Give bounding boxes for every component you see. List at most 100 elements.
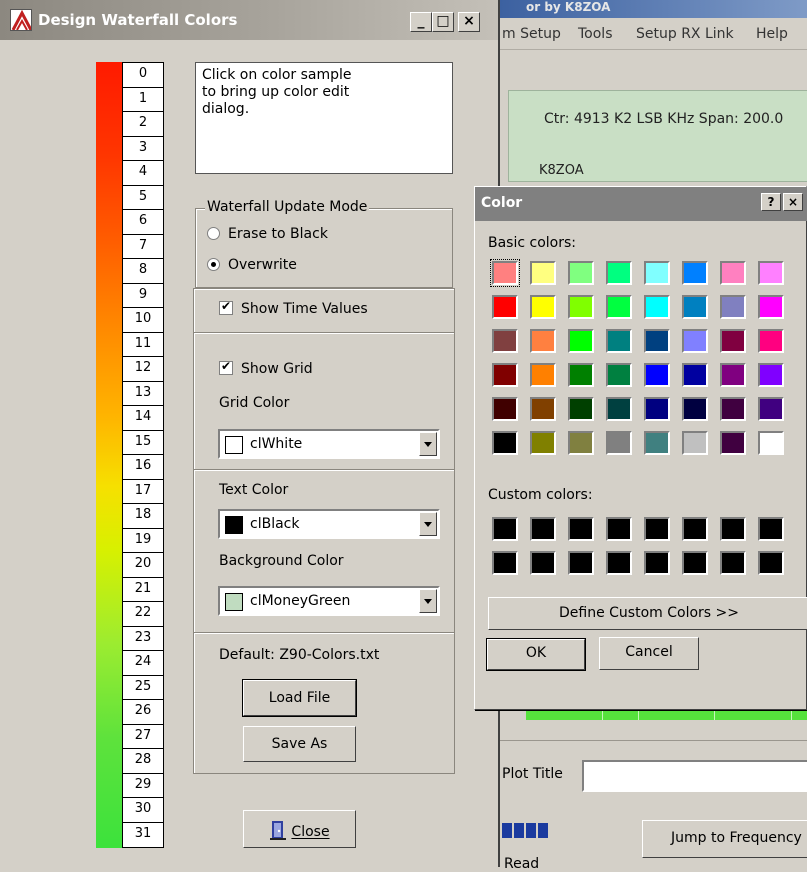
basic-color-swatch-2-2[interactable] bbox=[568, 329, 594, 353]
chevron-down-icon[interactable] bbox=[419, 432, 437, 456]
close-button[interactable]: Close bbox=[243, 810, 356, 848]
scale-label-8[interactable]: 8 bbox=[122, 258, 164, 284]
scale-label-25[interactable]: 25 bbox=[122, 674, 164, 701]
basic-color-swatch-0-3[interactable] bbox=[606, 261, 632, 285]
custom-color-swatch-0-2[interactable] bbox=[568, 517, 594, 541]
basic-color-swatch-2-4[interactable] bbox=[644, 329, 670, 353]
chevron-down-icon[interactable] bbox=[419, 589, 437, 613]
scale-label-20[interactable]: 20 bbox=[122, 552, 164, 578]
close-window-button[interactable]: × bbox=[458, 12, 480, 32]
custom-color-swatch-0-7[interactable] bbox=[758, 517, 784, 541]
text-color-select[interactable]: clBlack bbox=[218, 509, 440, 539]
radio-button-icon[interactable] bbox=[207, 227, 220, 240]
basic-color-swatch-3-1[interactable] bbox=[530, 363, 556, 387]
basic-color-swatch-5-3[interactable] bbox=[606, 431, 632, 455]
basic-color-swatch-3-7[interactable] bbox=[758, 363, 784, 387]
scale-label-2[interactable]: 2 bbox=[122, 111, 164, 137]
scale-label-23[interactable]: 23 bbox=[122, 625, 164, 652]
scale-label-6[interactable]: 6 bbox=[122, 209, 164, 235]
custom-color-swatch-0-4[interactable] bbox=[644, 517, 670, 541]
menu-tools[interactable]: Tools bbox=[578, 26, 613, 42]
scale-label-27[interactable]: 27 bbox=[122, 723, 164, 750]
basic-color-swatch-2-0[interactable] bbox=[492, 329, 518, 353]
basic-color-swatch-0-0[interactable] bbox=[490, 259, 520, 287]
custom-color-swatch-0-3[interactable] bbox=[606, 517, 632, 541]
basic-color-swatch-0-1[interactable] bbox=[530, 261, 556, 285]
basic-color-swatch-1-2[interactable] bbox=[568, 295, 594, 319]
radio-overwrite[interactable]: Overwrite bbox=[207, 257, 297, 273]
basic-color-swatch-1-6[interactable] bbox=[720, 295, 746, 319]
radio-erase-to-black[interactable]: Erase to Black bbox=[207, 226, 328, 242]
basic-color-swatch-4-0[interactable] bbox=[492, 397, 518, 421]
basic-color-swatch-4-5[interactable] bbox=[682, 397, 708, 421]
scale-label-30[interactable]: 30 bbox=[122, 797, 164, 823]
basic-color-swatch-3-6[interactable] bbox=[720, 363, 746, 387]
scale-label-7[interactable]: 7 bbox=[122, 233, 164, 260]
scale-label-0[interactable]: 0 bbox=[122, 62, 164, 88]
scale-label-4[interactable]: 4 bbox=[122, 160, 164, 186]
radio-button-icon[interactable] bbox=[207, 258, 220, 271]
show-grid-checkbox[interactable]: Show Grid bbox=[219, 359, 313, 377]
color-dialog-titlebar[interactable]: Color ? × bbox=[475, 187, 807, 221]
basic-color-swatch-1-0[interactable] bbox=[492, 295, 518, 319]
basic-color-swatch-5-0[interactable] bbox=[492, 431, 518, 455]
basic-color-swatch-4-7[interactable] bbox=[758, 397, 784, 421]
basic-color-swatch-0-7[interactable] bbox=[758, 261, 784, 285]
scale-label-13[interactable]: 13 bbox=[122, 380, 164, 407]
basic-color-swatch-3-0[interactable] bbox=[492, 363, 518, 387]
plot-title-input[interactable] bbox=[582, 760, 807, 792]
basic-color-swatch-1-5[interactable] bbox=[682, 295, 708, 319]
basic-color-swatch-2-5[interactable] bbox=[682, 329, 708, 353]
basic-color-swatch-2-1[interactable] bbox=[530, 329, 556, 353]
scale-label-15[interactable]: 15 bbox=[122, 429, 164, 456]
custom-color-swatch-0-1[interactable] bbox=[530, 517, 556, 541]
basic-color-swatch-5-4[interactable] bbox=[644, 431, 670, 455]
basic-color-swatch-1-3[interactable] bbox=[606, 295, 632, 319]
scale-label-18[interactable]: 18 bbox=[122, 503, 164, 529]
basic-color-swatch-0-5[interactable] bbox=[682, 261, 708, 285]
custom-color-swatch-1-6[interactable] bbox=[720, 551, 746, 575]
basic-color-swatch-0-2[interactable] bbox=[568, 261, 594, 285]
basic-color-swatch-3-3[interactable] bbox=[606, 363, 632, 387]
custom-color-swatch-1-0[interactable] bbox=[492, 551, 518, 575]
close-icon[interactable]: × bbox=[783, 193, 803, 211]
show-time-values-checkbox[interactable]: Show Time Values bbox=[219, 299, 368, 317]
custom-color-swatch-1-2[interactable] bbox=[568, 551, 594, 575]
basic-color-swatch-5-1[interactable] bbox=[530, 431, 556, 455]
basic-color-swatch-2-7[interactable] bbox=[758, 329, 784, 353]
chevron-down-icon[interactable] bbox=[419, 512, 437, 536]
scale-label-10[interactable]: 10 bbox=[122, 307, 164, 333]
color-scale-strip[interactable] bbox=[96, 62, 122, 848]
background-color-select[interactable]: clMoneyGreen bbox=[218, 586, 440, 616]
help-icon[interactable]: ? bbox=[761, 193, 781, 211]
scale-label-11[interactable]: 11 bbox=[122, 331, 164, 358]
basic-color-swatch-1-1[interactable] bbox=[530, 295, 556, 319]
custom-color-swatch-1-7[interactable] bbox=[758, 551, 784, 575]
scale-label-24[interactable]: 24 bbox=[122, 650, 164, 676]
scale-label-22[interactable]: 22 bbox=[122, 601, 164, 627]
scale-label-16[interactable]: 16 bbox=[122, 454, 164, 480]
scale-label-19[interactable]: 19 bbox=[122, 527, 164, 554]
custom-color-swatch-1-5[interactable] bbox=[682, 551, 708, 575]
basic-color-swatch-4-3[interactable] bbox=[606, 397, 632, 421]
scale-label-14[interactable]: 14 bbox=[122, 405, 164, 431]
scale-label-9[interactable]: 9 bbox=[122, 282, 164, 309]
titlebar[interactable]: Design Waterfall Colors _ □ × bbox=[0, 0, 498, 40]
scale-label-3[interactable]: 3 bbox=[122, 135, 164, 162]
grid-color-select[interactable]: clWhite bbox=[218, 429, 440, 459]
jump-to-frequency-button[interactable]: Jump to Frequency bbox=[642, 820, 807, 858]
basic-color-swatch-1-7[interactable] bbox=[758, 295, 784, 319]
basic-color-swatch-5-6[interactable] bbox=[720, 431, 746, 455]
custom-color-swatch-0-6[interactable] bbox=[720, 517, 746, 541]
scale-label-28[interactable]: 28 bbox=[122, 748, 164, 774]
checkbox-icon[interactable] bbox=[219, 299, 233, 315]
scale-label-17[interactable]: 17 bbox=[122, 478, 164, 505]
scale-label-12[interactable]: 12 bbox=[122, 356, 164, 382]
checkbox-icon[interactable] bbox=[219, 359, 233, 375]
cancel-button[interactable]: Cancel bbox=[599, 637, 699, 670]
scale-label-5[interactable]: 5 bbox=[122, 184, 164, 211]
minimize-button[interactable]: _ bbox=[410, 12, 432, 32]
basic-color-swatch-4-6[interactable] bbox=[720, 397, 746, 421]
menu-help[interactable]: Help bbox=[756, 26, 788, 42]
basic-color-swatch-0-4[interactable] bbox=[644, 261, 670, 285]
